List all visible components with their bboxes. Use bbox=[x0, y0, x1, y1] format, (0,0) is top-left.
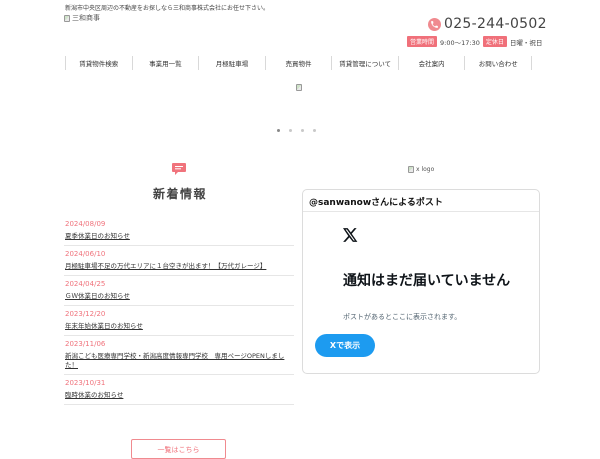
hours-value: 9:00〜17:30 bbox=[440, 38, 480, 47]
holiday-badge: 定休日 bbox=[482, 36, 507, 47]
news-date: 2024/08/09 bbox=[65, 220, 106, 228]
list-item: 2023/12/20 年末年始休業日のお知らせ bbox=[64, 306, 294, 336]
holiday-value: 日曜・祝日 bbox=[509, 38, 543, 47]
phone-contact[interactable]: 025-244-0502 bbox=[428, 16, 547, 32]
list-item: 2024/06/10 月極駐車場不足の万代エリアに１台空きが出ます！【万代ガレー… bbox=[64, 246, 294, 276]
news-date: 2024/04/25 bbox=[65, 280, 106, 288]
slider-dot[interactable] bbox=[289, 129, 292, 132]
nav-contact[interactable]: お問い合わせ bbox=[464, 56, 533, 70]
x-empty-headline: 通知はまだ届いていません bbox=[343, 273, 511, 289]
news-heading: 新着情報 bbox=[152, 187, 207, 201]
x-brand-icon bbox=[343, 227, 358, 246]
broken-image-icon bbox=[408, 166, 414, 173]
business-hours: 営業時間 9:00〜17:30 定休日 日曜・祝日 bbox=[407, 36, 542, 47]
hours-badge: 営業時間 bbox=[407, 36, 438, 47]
speech-bubble-icon bbox=[171, 161, 187, 180]
x-widget-header[interactable]: @sanwanowさんによるポスト bbox=[303, 190, 539, 212]
news-date: 2023/12/20 bbox=[65, 310, 106, 318]
phone-number: 025-244-0502 bbox=[444, 16, 547, 32]
news-link[interactable]: 新潟こども医療専門学校・新潟高度情報専門学校 専用ページOPENしました！ bbox=[65, 352, 293, 370]
nav-rental-management[interactable]: 賃貸管理について bbox=[331, 56, 398, 70]
news-link[interactable]: 年末年始休業日のお知らせ bbox=[65, 322, 293, 331]
nav-rental-search[interactable]: 賃貸物件検索 bbox=[65, 56, 132, 70]
news-link[interactable]: 夏季休業日のお知らせ bbox=[65, 232, 293, 241]
list-item: 2023/11/06 新潟こども医療専門学校・新潟高度情報専門学校 専用ページO… bbox=[64, 336, 294, 375]
list-item: 2023/10/31 臨時休業のお知らせ bbox=[64, 375, 294, 405]
news-link[interactable]: 月極駐車場不足の万代エリアに１台空きが出ます！【万代ガレージ】 bbox=[65, 262, 293, 271]
news-list: 2024/08/09 夏季休業日のお知らせ 2024/06/10 月極駐車場不足… bbox=[64, 216, 294, 405]
slider-dot[interactable] bbox=[301, 129, 304, 132]
slider-dot[interactable] bbox=[277, 129, 280, 132]
news-date: 2023/10/31 bbox=[65, 379, 106, 387]
slider-pagination bbox=[277, 129, 316, 132]
slider-dot[interactable] bbox=[313, 129, 316, 132]
list-item: 2024/08/09 夏季休業日のお知らせ bbox=[64, 216, 294, 246]
x-timeline-widget: @sanwanowさんによるポスト 通知はまだ届いていません ポストがあるとここ… bbox=[302, 189, 540, 374]
x-empty-subtext: ポストがあるとここに表示されます。 bbox=[343, 313, 462, 321]
main-nav: 賃貸物件検索 事業用一覧 月極駐車場 売買物件 賃貸管理について 会社案内 お問… bbox=[65, 56, 533, 70]
view-on-x-button[interactable]: Xで表示 bbox=[315, 334, 375, 357]
news-link[interactable]: ＧＷ休業日のお知らせ bbox=[65, 292, 293, 301]
x-logo-alt-text: x logo bbox=[416, 166, 435, 173]
nav-monthly-parking[interactable]: 月極駐車場 bbox=[198, 56, 265, 70]
news-more-button[interactable]: 一覧はこちら bbox=[131, 439, 226, 459]
broken-image-icon bbox=[64, 14, 70, 22]
nav-commercial-list[interactable]: 事業用一覧 bbox=[131, 56, 199, 70]
site-tagline: 新潟市中央区周辺の不動産をお探しなら三和商事株式会社にお任せ下さい。 bbox=[65, 5, 270, 12]
hero-slider-image bbox=[296, 76, 302, 95]
news-date: 2024/06/10 bbox=[65, 250, 106, 258]
nav-sale-properties[interactable]: 売買物件 bbox=[264, 56, 332, 70]
logo-alt-text: 三和商事 bbox=[72, 14, 100, 22]
x-logo-image: x logo bbox=[408, 166, 434, 173]
news-date: 2023/11/06 bbox=[65, 340, 106, 348]
company-logo[interactable]: 三和商事 bbox=[64, 13, 100, 23]
nav-company-info[interactable]: 会社案内 bbox=[397, 56, 465, 70]
list-item: 2024/04/25 ＧＷ休業日のお知らせ bbox=[64, 276, 294, 306]
broken-image-icon bbox=[296, 84, 302, 91]
news-link[interactable]: 臨時休業のお知らせ bbox=[65, 391, 293, 400]
phone-icon bbox=[428, 17, 441, 31]
